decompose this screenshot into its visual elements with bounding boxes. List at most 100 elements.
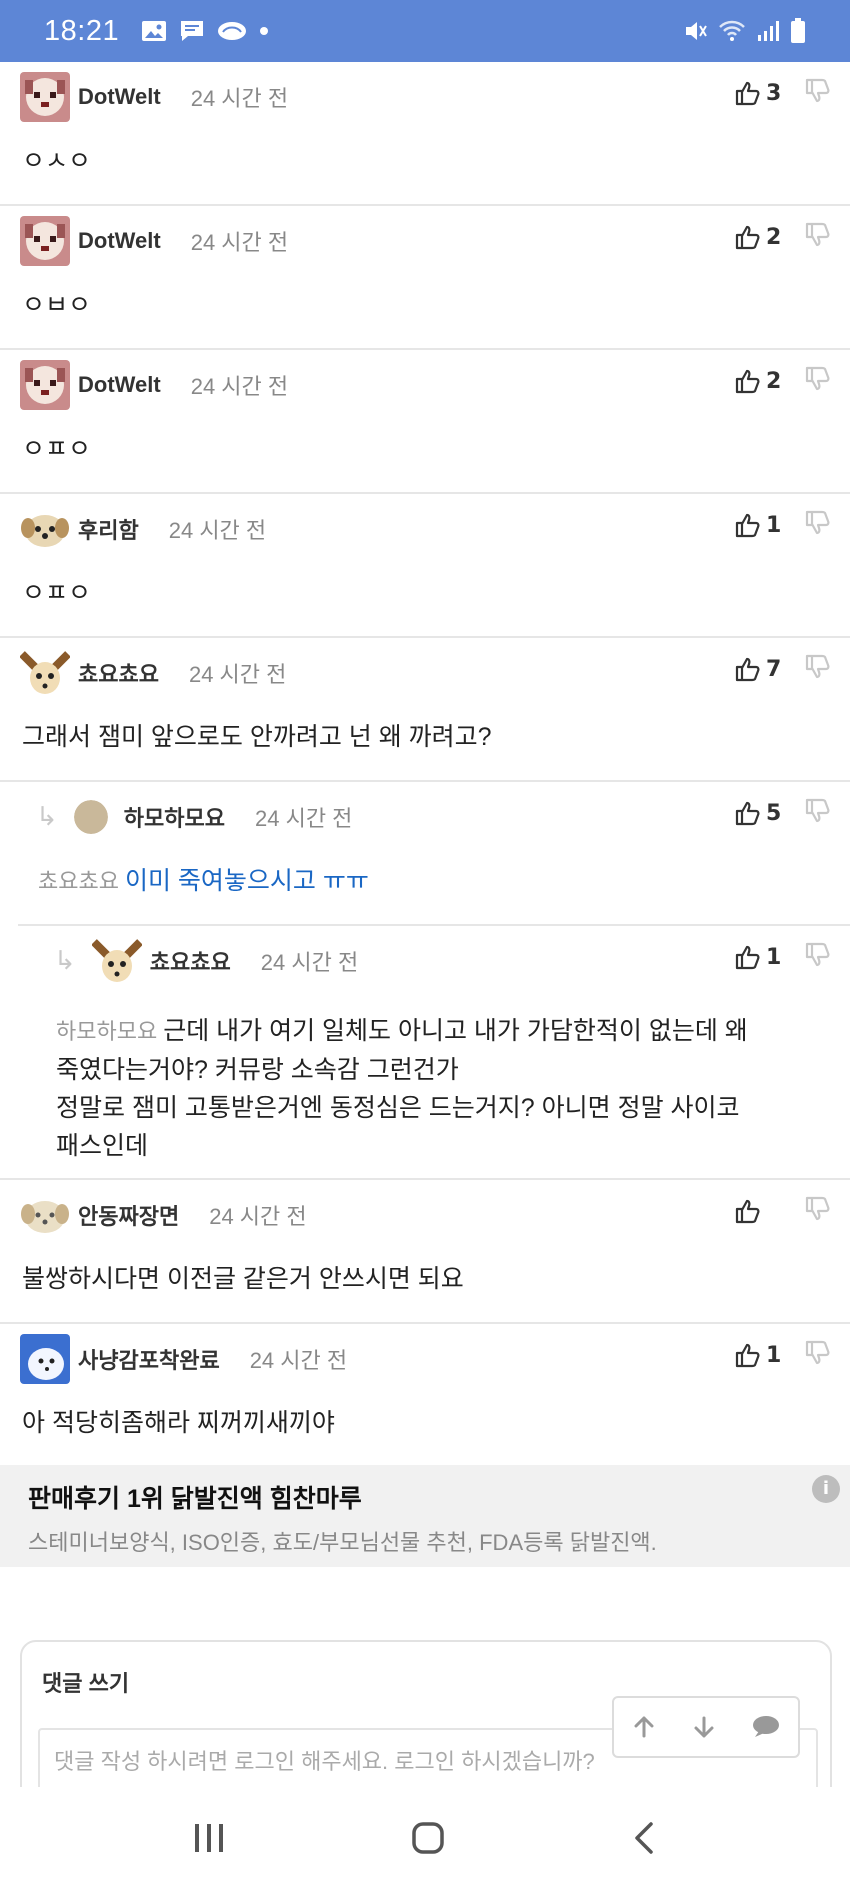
avatar[interactable] xyxy=(20,1334,70,1384)
dislike-button[interactable] xyxy=(804,78,830,108)
thumbs-down-icon xyxy=(805,1196,830,1221)
comment-text: 하모하모요 근데 내가 여기 일체도 아니고 내가 가담한적이 없는데 왜 죽였다… xyxy=(0,996,850,1201)
thumbs-down-icon xyxy=(805,510,830,535)
thumbs-down-icon xyxy=(805,942,830,967)
like-button[interactable]: 1 xyxy=(734,944,782,970)
info-icon[interactable]: i xyxy=(812,1475,840,1503)
thumbs-down-icon xyxy=(805,1340,830,1365)
arrow-up-icon[interactable] xyxy=(631,1714,657,1740)
dislike-button[interactable] xyxy=(804,510,830,540)
avatar[interactable] xyxy=(20,504,70,554)
cloud-icon xyxy=(218,22,247,40)
comment-author[interactable]: DotWelt xyxy=(78,84,161,110)
mute-icon xyxy=(686,22,707,40)
avatar[interactable] xyxy=(20,72,70,122)
comment-line: 죽였다는거야? 커뮤랑 소속감 그런건가 xyxy=(56,1056,459,1084)
back-icon[interactable] xyxy=(629,1820,659,1856)
reply-item: ↳ 하모하모요 24 시간 전 5 쵸요쵸요 이미 죽여놓으시고 ㅠㅠ xyxy=(18,782,850,926)
comment-icon[interactable] xyxy=(751,1714,781,1740)
like-button[interactable]: 2 xyxy=(734,224,782,250)
write-label: 댓글 쓰기 xyxy=(42,1671,130,1696)
thumbs-up-icon xyxy=(735,225,760,250)
comment-text: 그래서 잼미 앞으로도 안까려고 넌 왜 까려고? xyxy=(22,723,492,751)
avatar[interactable] xyxy=(20,360,70,410)
like-count: 1 xyxy=(766,944,782,970)
comment-item: DotWelt 24 시간 전 2 ㅇㅂㅇ xyxy=(0,206,850,350)
like-button[interactable] xyxy=(734,1198,782,1224)
thumbs-up-icon xyxy=(735,1199,760,1224)
clock: 18:21 xyxy=(44,14,120,47)
comment-time: 24 시간 전 xyxy=(255,806,353,831)
mention-tag[interactable]: 쵸요쵸요 xyxy=(38,869,119,894)
comment-author[interactable]: 쵸요쵸요 xyxy=(150,945,231,977)
avatar[interactable] xyxy=(73,800,108,834)
comment-time: 24 시간 전 xyxy=(249,1348,348,1373)
comment-line: 패스인데 xyxy=(56,1132,149,1160)
dislike-button[interactable] xyxy=(804,654,830,684)
comment-item: DotWelt 24 시간 전 3 ㅇㅅㅇ xyxy=(0,62,850,206)
avatar[interactable] xyxy=(20,1190,70,1240)
comment-time: 24 시간 전 xyxy=(209,1204,307,1229)
comment-author[interactable]: 사냥감포착완료 xyxy=(78,1343,220,1375)
avatar[interactable] xyxy=(20,216,70,266)
dislike-button[interactable] xyxy=(804,1196,830,1226)
mention-tag[interactable]: 하모하모요 xyxy=(56,1019,157,1044)
like-count: 1 xyxy=(766,512,782,538)
avatar[interactable] xyxy=(91,936,142,986)
comment-author[interactable]: 안동짜장면 xyxy=(78,1199,179,1231)
like-button[interactable]: 1 xyxy=(734,1342,782,1368)
reply-text: 이미 죽여놓으시고 ㅠㅠ xyxy=(124,867,369,895)
comment-time: 24 시간 전 xyxy=(168,518,267,543)
like-count: 7 xyxy=(766,656,782,682)
like-button[interactable]: 1 xyxy=(734,512,782,538)
like-button[interactable]: 5 xyxy=(734,800,782,826)
recent-apps-icon[interactable] xyxy=(191,1821,227,1855)
comment-text: ㅇㅍㅇ xyxy=(22,435,92,463)
dislike-button[interactable] xyxy=(804,798,830,828)
like-button[interactable]: 7 xyxy=(734,656,782,682)
comment-item: 쵸요쵸요 24 시간 전 7 그래서 잼미 앞으로도 안까려고 넌 왜 까려고? xyxy=(0,638,850,782)
comment-author[interactable]: 하모하모요 xyxy=(124,801,225,833)
comment-text: ㅇㅂㅇ xyxy=(22,291,92,319)
ad-title[interactable]: 판매후기 1위 닭발진액 힘찬마루 xyxy=(28,1479,822,1515)
comment-author[interactable]: DotWelt xyxy=(78,372,161,398)
comment-list: DotWelt 24 시간 전 3 ㅇㅅㅇ DotWelt 24 시간 전 2 … xyxy=(0,62,850,1456)
dislike-button[interactable] xyxy=(804,222,830,252)
like-button[interactable]: 3 xyxy=(734,80,782,106)
thumbs-down-icon xyxy=(805,654,830,679)
dislike-button[interactable] xyxy=(804,942,830,972)
thumbs-up-icon xyxy=(735,1343,760,1368)
dot-icon xyxy=(260,27,269,35)
thumbs-up-icon xyxy=(735,801,760,826)
comment-author[interactable]: 쵸요쵸요 xyxy=(78,657,159,689)
wifi-icon xyxy=(719,20,745,41)
battery-icon xyxy=(791,18,805,43)
comment-time: 24 시간 전 xyxy=(190,86,289,111)
comment-author[interactable]: 후리함 xyxy=(78,513,139,545)
image-icon xyxy=(142,21,167,41)
home-icon[interactable] xyxy=(410,1820,446,1856)
like-count: 5 xyxy=(766,800,782,826)
thumbs-down-icon xyxy=(805,78,830,103)
arrow-down-icon[interactable] xyxy=(691,1714,717,1740)
like-button[interactable]: 2 xyxy=(734,368,782,394)
like-count: 2 xyxy=(766,368,782,394)
dislike-button[interactable] xyxy=(804,1340,830,1370)
dislike-button[interactable] xyxy=(804,366,830,396)
comment-line: 정말로 잼미 고통받은거엔 동정심은 드는거지? 아니면 정말 사이코 xyxy=(56,1094,740,1122)
thumbs-up-icon xyxy=(735,657,760,682)
comment-text: 쵸요쵸요 이미 죽여놓으시고 ㅠㅠ xyxy=(18,852,850,937)
chat-icon xyxy=(181,21,204,41)
comment-author[interactable]: DotWelt xyxy=(78,228,161,254)
comment-time: 24 시간 전 xyxy=(190,230,289,255)
like-count: 2 xyxy=(766,224,782,250)
comment-text: 불쌍하시다면 이전글 같은거 안쓰시면 되요 xyxy=(22,1265,464,1293)
thumbs-up-icon xyxy=(735,945,760,970)
avatar[interactable] xyxy=(20,648,70,698)
ad-banner[interactable]: 판매후기 1위 닭발진액 힘찬마루 스테미너보양식, ISO인증, 효도/부모님… xyxy=(0,1465,850,1567)
reply-arrow-icon: ↳ xyxy=(36,802,58,832)
status-bar: 18:21 xyxy=(0,0,850,62)
comment-time: 24 시간 전 xyxy=(190,374,289,399)
comment-text: ㅇㅍㅇ xyxy=(22,579,92,607)
thumbs-down-icon xyxy=(805,798,830,823)
